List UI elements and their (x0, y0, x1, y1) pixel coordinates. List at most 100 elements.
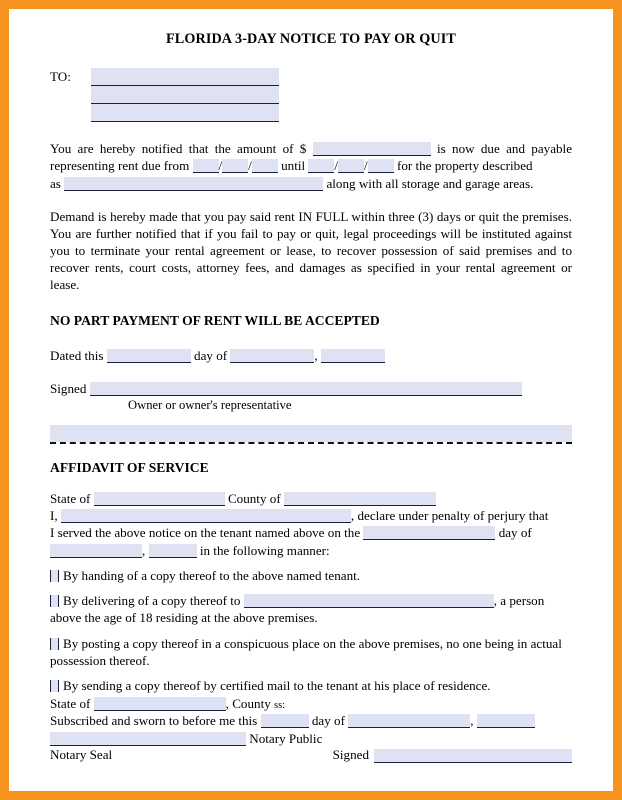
served-year-field[interactable] (148, 543, 197, 558)
rent-from-day-field[interactable] (222, 159, 249, 174)
affidavit-served-month-row: , in the following manner: (50, 542, 572, 559)
dated-month-field[interactable] (230, 349, 315, 364)
checkbox-icon[interactable] (50, 595, 59, 608)
notary-seal-label: Notary Seal (50, 746, 113, 762)
checkbox-icon[interactable] (50, 569, 59, 582)
service-method-3-label: By posting a copy thereof in a conspicuo… (50, 635, 562, 668)
separator-blue-bar (50, 424, 572, 442)
dated-year-field[interactable] (320, 349, 385, 364)
affidavit-state-label: State of (50, 490, 91, 506)
service-method-4[interactable]: By sending a copy thereof by certified m… (50, 677, 572, 694)
signed-row: Signed (50, 380, 572, 397)
to-label: TO: (50, 69, 71, 84)
page-title: FLORIDA 3-DAY NOTICE TO PAY OR QUIT (166, 31, 456, 47)
notice-paragraph-2: Demand is hereby made that you pay said … (50, 209, 572, 293)
no-part-payment-heading: NO PART PAYMENT OF RENT WILL BE ACCEPTED (50, 313, 380, 329)
affidavit-served-comma: , (142, 542, 146, 558)
affidavit-state-field[interactable] (93, 491, 225, 506)
affidavit-county-label: County of (227, 490, 281, 506)
dated-comma: , (314, 348, 318, 364)
affidavit-manner-text: in the following manner: (199, 542, 330, 558)
service-method-3[interactable]: By posting a copy thereof in a conspicuo… (50, 635, 572, 670)
served-month-field[interactable] (50, 543, 142, 558)
dated-prefix-label: Dated this (50, 348, 104, 364)
rent-from-month-field[interactable] (192, 159, 219, 174)
notary-seal-signed-row: Notary Seal Signed (50, 747, 572, 763)
checkbox-icon[interactable] (50, 637, 59, 650)
affiant-name-field[interactable] (60, 508, 351, 523)
affidavit-county-field[interactable] (283, 491, 436, 506)
rent-from-year-field[interactable] (251, 159, 278, 174)
dated-row: Dated this day of , (50, 347, 572, 364)
notice-paragraph-1: You are hereby notified that the amount … (50, 141, 573, 174)
checkbox-icon[interactable] (50, 680, 59, 693)
notice-p1-text-a: You are hereby notified that the amount … (50, 141, 307, 156)
dated-mid-label: day of (194, 348, 228, 364)
service-method-1-label: By handing of a copy thereof to the abov… (63, 567, 361, 583)
signed-field[interactable] (89, 382, 522, 397)
notary-sworn-row: Subscribed and sworn to before me this d… (50, 712, 572, 729)
notary-state-row: State of , County ss: (50, 695, 572, 713)
to-line-2-field[interactable] (91, 86, 279, 104)
affidavit-declare-text: , declare under penalty of perjury that (350, 507, 549, 523)
affidavit-day-of-label: day of (498, 525, 532, 541)
to-line-1-field[interactable] (91, 68, 279, 86)
signed-label: Signed (50, 381, 87, 397)
notary-ss-label: ss: (274, 699, 286, 711)
dated-day-field[interactable] (106, 349, 191, 364)
notary-day-of-label: day of (311, 713, 345, 729)
notary-signed-label: Signed (332, 746, 369, 762)
to-line-3-field[interactable] (91, 104, 279, 122)
to-block: TO: (50, 68, 572, 122)
service-method-2[interactable]: By delivering of a copy thereof to , a p… (50, 592, 572, 627)
notary-sworn-comma: , (470, 713, 474, 729)
sworn-year-field[interactable] (476, 714, 535, 729)
delivered-to-person-field[interactable] (243, 594, 494, 609)
notary-county-label: , County (225, 695, 271, 711)
affidavit-served-text: I served the above notice on the tenant … (50, 525, 361, 541)
signed-caption: Owner or owner's representative (128, 397, 292, 412)
notary-state-field[interactable] (93, 696, 226, 711)
service-method-1[interactable]: By handing of a copy thereof to the abov… (50, 567, 572, 584)
notary-state-label: State of (50, 695, 91, 711)
service-method-2-label: By delivering of a copy thereof to (63, 593, 241, 609)
rent-until-day-field[interactable] (338, 159, 365, 174)
document-frame: FLORIDA 3-DAY NOTICE TO PAY OR QUIT TO: … (0, 0, 622, 800)
to-field-group (91, 68, 279, 122)
affidavit-heading: AFFIDAVIT OF SERVICE (50, 459, 209, 475)
notary-sworn-text: Subscribed and sworn to before me this (50, 713, 258, 729)
affidavit-state-county-row: State of County of (50, 490, 572, 507)
served-day-field[interactable] (363, 526, 496, 541)
affidavit-served-row: I served the above notice on the tenant … (50, 524, 572, 541)
affidavit-i-label: I, (50, 507, 58, 523)
notary-signed-group: Signed (333, 747, 572, 763)
rent-until-year-field[interactable] (367, 159, 394, 174)
notary-signed-field[interactable] (374, 748, 572, 763)
notice-p1-text-d: along with all storage and garage areas. (326, 176, 534, 192)
property-as-label: as (50, 176, 61, 192)
amount-due-field[interactable] (312, 142, 431, 156)
sworn-day-field[interactable] (260, 714, 309, 729)
notary-public-row: Notary Public (50, 730, 572, 747)
notary-public-label: Notary Public (249, 730, 323, 746)
document-sheet: FLORIDA 3-DAY NOTICE TO PAY OR QUIT TO: … (9, 9, 613, 791)
property-description-field[interactable] (64, 177, 324, 192)
notary-signature-field[interactable] (50, 731, 246, 746)
sworn-month-field[interactable] (348, 714, 471, 729)
separator-dashed-rule (50, 441, 572, 444)
notice-p1-text-c: for the property described (396, 158, 533, 174)
affidavit-affiant-row: I, , declare under penalty of perjury th… (50, 507, 572, 524)
until-label: until (281, 158, 306, 174)
service-method-4-label: By sending a copy thereof by certified m… (63, 678, 491, 694)
notice-property-line: as along with all storage and garage are… (50, 175, 572, 192)
rent-until-month-field[interactable] (308, 159, 335, 174)
